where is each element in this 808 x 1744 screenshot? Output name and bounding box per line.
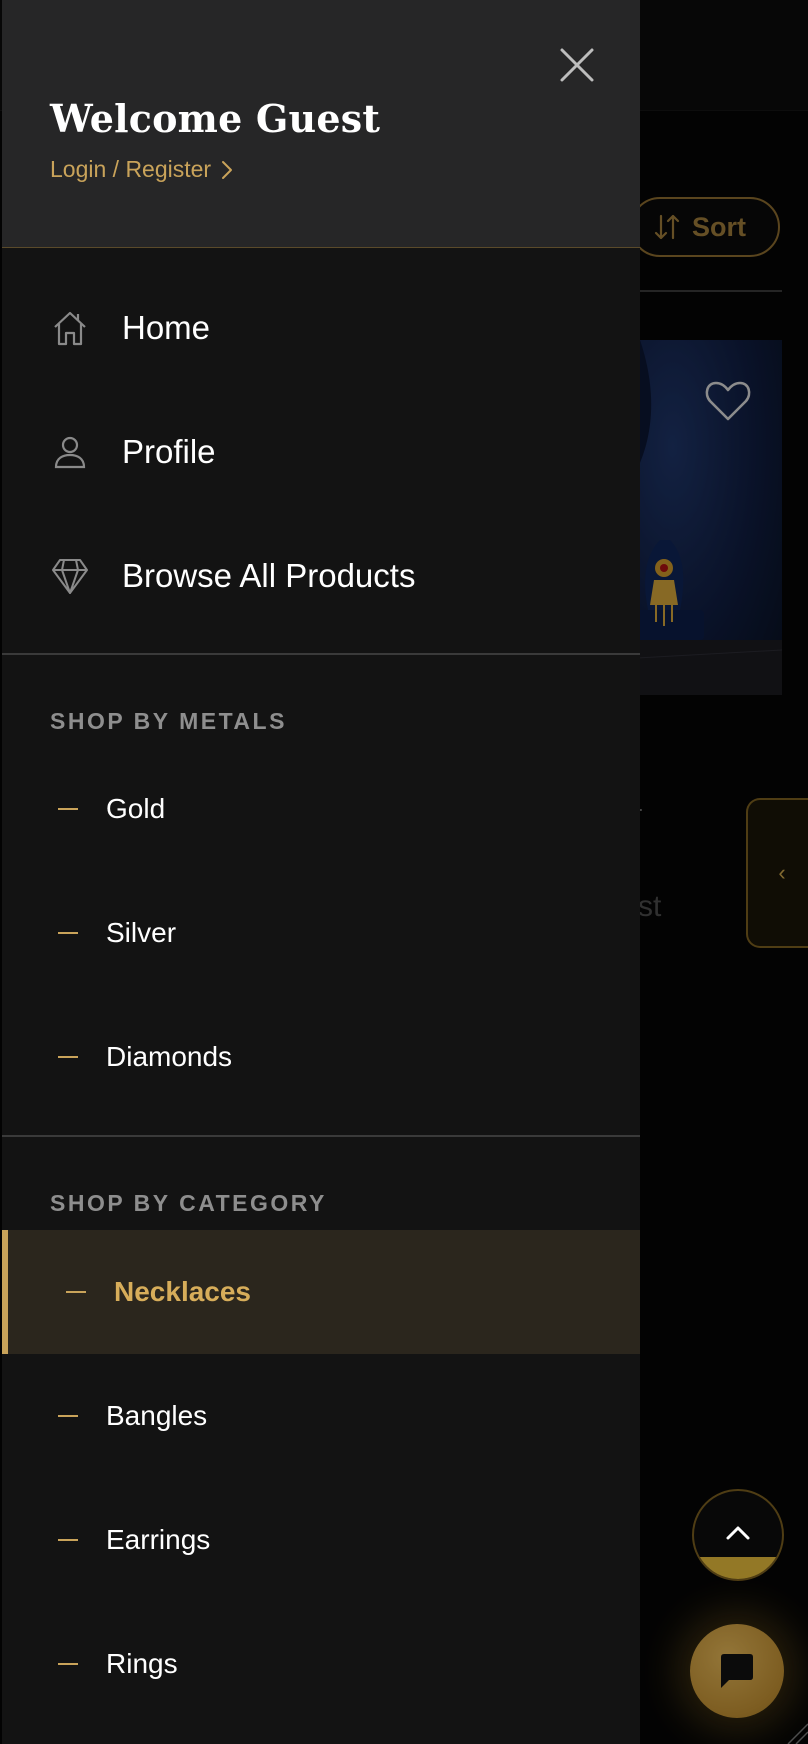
sub-item-label: Rings [106, 1648, 178, 1679]
metal-item-diamonds[interactable]: Diamonds [2, 995, 640, 1119]
dash-icon [66, 1291, 86, 1293]
resize-grip-icon[interactable] [782, 1718, 808, 1744]
dash-icon [58, 1056, 78, 1058]
home-icon [50, 308, 90, 348]
login-register-label: Login / Register [50, 156, 212, 182]
sort-button[interactable]: Sort [630, 197, 780, 257]
side-panel-toggle[interactable]: ‹ [746, 798, 808, 948]
section-divider [2, 1135, 640, 1137]
login-register-link[interactable]: Login / Register [50, 156, 233, 183]
chat-button[interactable] [690, 1624, 784, 1718]
dash-icon [58, 1415, 78, 1417]
sub-item-label: Earrings [106, 1524, 211, 1555]
section-divider [2, 653, 640, 655]
nav-item-home[interactable]: Home [2, 266, 640, 390]
nav-label: Profile [122, 433, 216, 470]
chat-icon [721, 1654, 753, 1688]
main-nav: Home Profile Browse All Products [2, 266, 640, 638]
category-item-necklaces[interactable]: Necklaces [2, 1230, 640, 1354]
scroll-progress-fill [694, 1557, 782, 1579]
drawer-header: Welcome Guest Login / Register [2, 0, 640, 248]
close-button[interactable] [554, 42, 600, 88]
sub-item-label: Bangles [106, 1400, 208, 1431]
sub-item-label: Necklaces [114, 1276, 252, 1307]
welcome-title: Welcome Guest [50, 96, 381, 141]
nav-item-profile[interactable]: Profile [2, 390, 640, 514]
dash-icon [58, 1539, 78, 1541]
nav-label: Browse All Products [122, 557, 416, 594]
user-icon [50, 432, 90, 472]
sort-icon [654, 214, 680, 240]
chevron-right-icon [222, 160, 233, 179]
section-title-metals: SHOP BY METALS [50, 708, 287, 734]
chevron-up-icon [726, 1526, 750, 1540]
chevron-left-icon: ‹ [778, 860, 786, 885]
metal-item-silver[interactable]: Silver [2, 871, 640, 995]
category-list: Necklaces Bangles Earrings Rings [2, 1230, 640, 1726]
filter-divider [630, 290, 782, 292]
close-icon [560, 48, 594, 82]
nav-label: Home [122, 309, 211, 346]
sub-item-label: Gold [106, 793, 166, 824]
dash-icon [58, 808, 78, 810]
metal-item-gold[interactable]: Gold [2, 747, 640, 871]
dash-icon [58, 932, 78, 934]
sub-item-label: Diamonds [106, 1041, 233, 1072]
category-item-earrings[interactable]: Earrings [2, 1478, 640, 1602]
heart-icon[interactable] [705, 380, 751, 422]
sub-item-label: Silver [106, 917, 177, 948]
scroll-to-top-button[interactable] [692, 1489, 784, 1581]
dash-icon [58, 1663, 78, 1665]
nav-item-browse-all[interactable]: Browse All Products [2, 514, 640, 638]
product-subtitle-text: st [638, 890, 662, 923]
category-item-rings[interactable]: Rings [2, 1602, 640, 1726]
category-item-bangles[interactable]: Bangles [2, 1354, 640, 1478]
metals-list: Gold Silver Diamonds [2, 747, 640, 1119]
navigation-drawer: Welcome Guest Login / Register Home Prof… [2, 0, 640, 1744]
section-title-category: SHOP BY CATEGORY [50, 1190, 327, 1216]
diamond-icon [50, 556, 90, 596]
sort-label: Sort [692, 211, 746, 242]
